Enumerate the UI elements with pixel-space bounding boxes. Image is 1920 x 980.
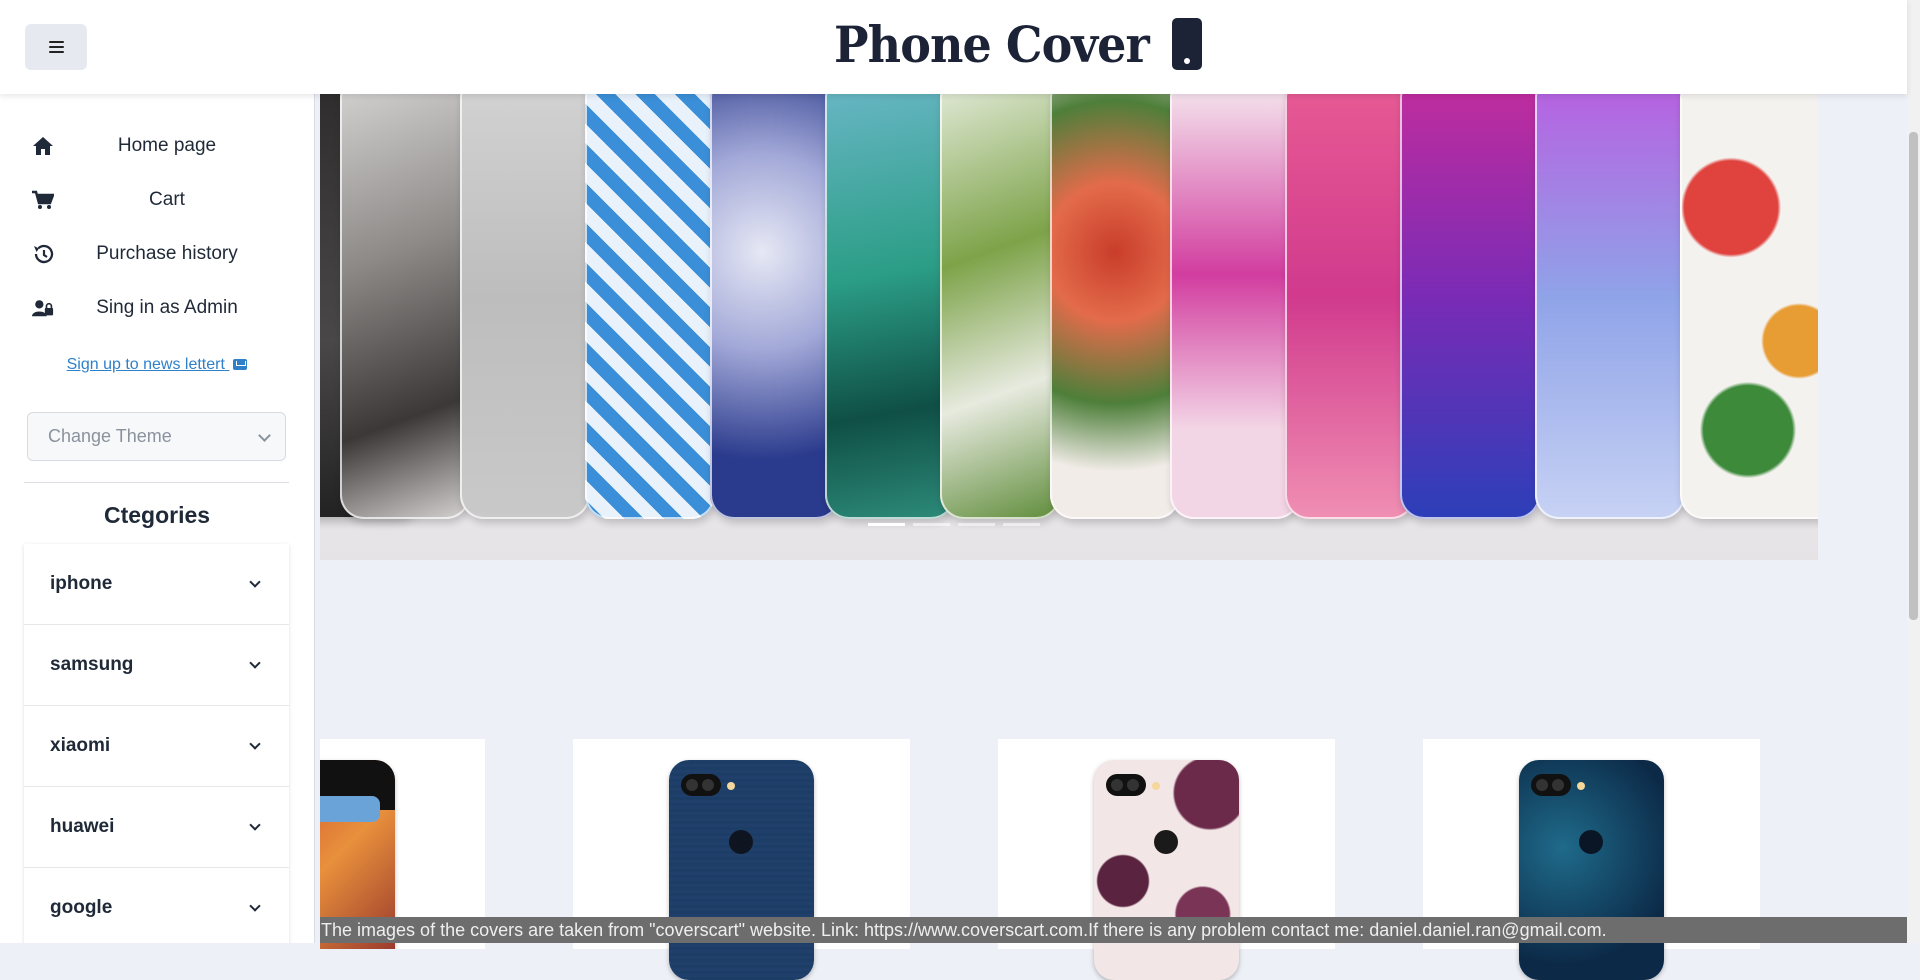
category-label: xiaomi (50, 735, 111, 756)
product-image (1519, 760, 1664, 980)
phone-icon (1172, 18, 1203, 70)
product-image (1094, 760, 1239, 980)
carousel-indicator[interactable] (958, 523, 995, 526)
categories-title: Ctegories (103, 502, 211, 528)
category-label: google (50, 897, 113, 918)
brand-logo[interactable]: Phone Cover (834, 14, 1203, 74)
hamburger-icon (48, 41, 64, 54)
chevron-down-icon (249, 738, 261, 750)
category-xiaomi[interactable]: xiaomi (24, 706, 289, 787)
carousel-indicator[interactable] (868, 523, 905, 526)
nav-admin-signin[interactable]: Sing in as Admin (0, 287, 314, 329)
chevron-down-icon (249, 576, 261, 588)
theme-select[interactable]: Change Theme (27, 412, 286, 461)
footer-notice-text: ject.The images of the covers are taken … (320, 920, 1607, 940)
product-image (669, 760, 814, 980)
category-label: huawei (50, 816, 115, 837)
page-scrollbar[interactable] (1907, 0, 1920, 943)
category-google[interactable]: google (24, 868, 289, 943)
chevron-down-icon (258, 429, 271, 442)
category-iphone[interactable]: iphone (24, 544, 289, 625)
carousel-indicator[interactable] (1003, 523, 1040, 526)
carousel-indicator[interactable] (913, 523, 950, 526)
newsletter-link-label: Sign up to news lettert (66, 356, 225, 373)
footer-notice-bar: ject.The images of the covers are taken … (320, 917, 1907, 943)
sidebar-divider (24, 482, 289, 483)
home-icon (32, 135, 54, 157)
sidebar: Home page Cart Purchase history Sing in … (0, 94, 315, 943)
carousel-indicators (868, 523, 1040, 526)
history-icon (32, 243, 54, 265)
chevron-down-icon (249, 819, 261, 831)
nav-cart[interactable]: Cart (0, 179, 314, 221)
mail-icon (233, 359, 248, 370)
hero-carousel[interactable] (320, 94, 1818, 560)
category-huawei[interactable]: huawei (24, 787, 289, 868)
newsletter-signup-link[interactable]: Sign up to news lettert (0, 356, 314, 374)
chevron-down-icon (249, 657, 261, 669)
nav-purchase-history[interactable]: Purchase history (0, 233, 314, 275)
admin-lock-icon (32, 297, 54, 319)
cart-icon (32, 189, 54, 211)
scrollbar-thumb[interactable] (1909, 132, 1918, 620)
top-header: Phone Cover (0, 0, 1907, 94)
category-label: samsung (50, 654, 134, 675)
brand-title: Phone Cover (834, 14, 1150, 74)
chevron-down-icon (249, 900, 261, 912)
nav-home[interactable]: Home page (0, 125, 314, 167)
theme-select-placeholder: Change Theme (48, 426, 172, 446)
category-samsung[interactable]: samsung (24, 625, 289, 706)
menu-toggle-button[interactable] (25, 24, 87, 70)
categories-accordion: iphone samsung xiaomi huawei google (24, 544, 289, 943)
category-label: iphone (50, 573, 113, 594)
